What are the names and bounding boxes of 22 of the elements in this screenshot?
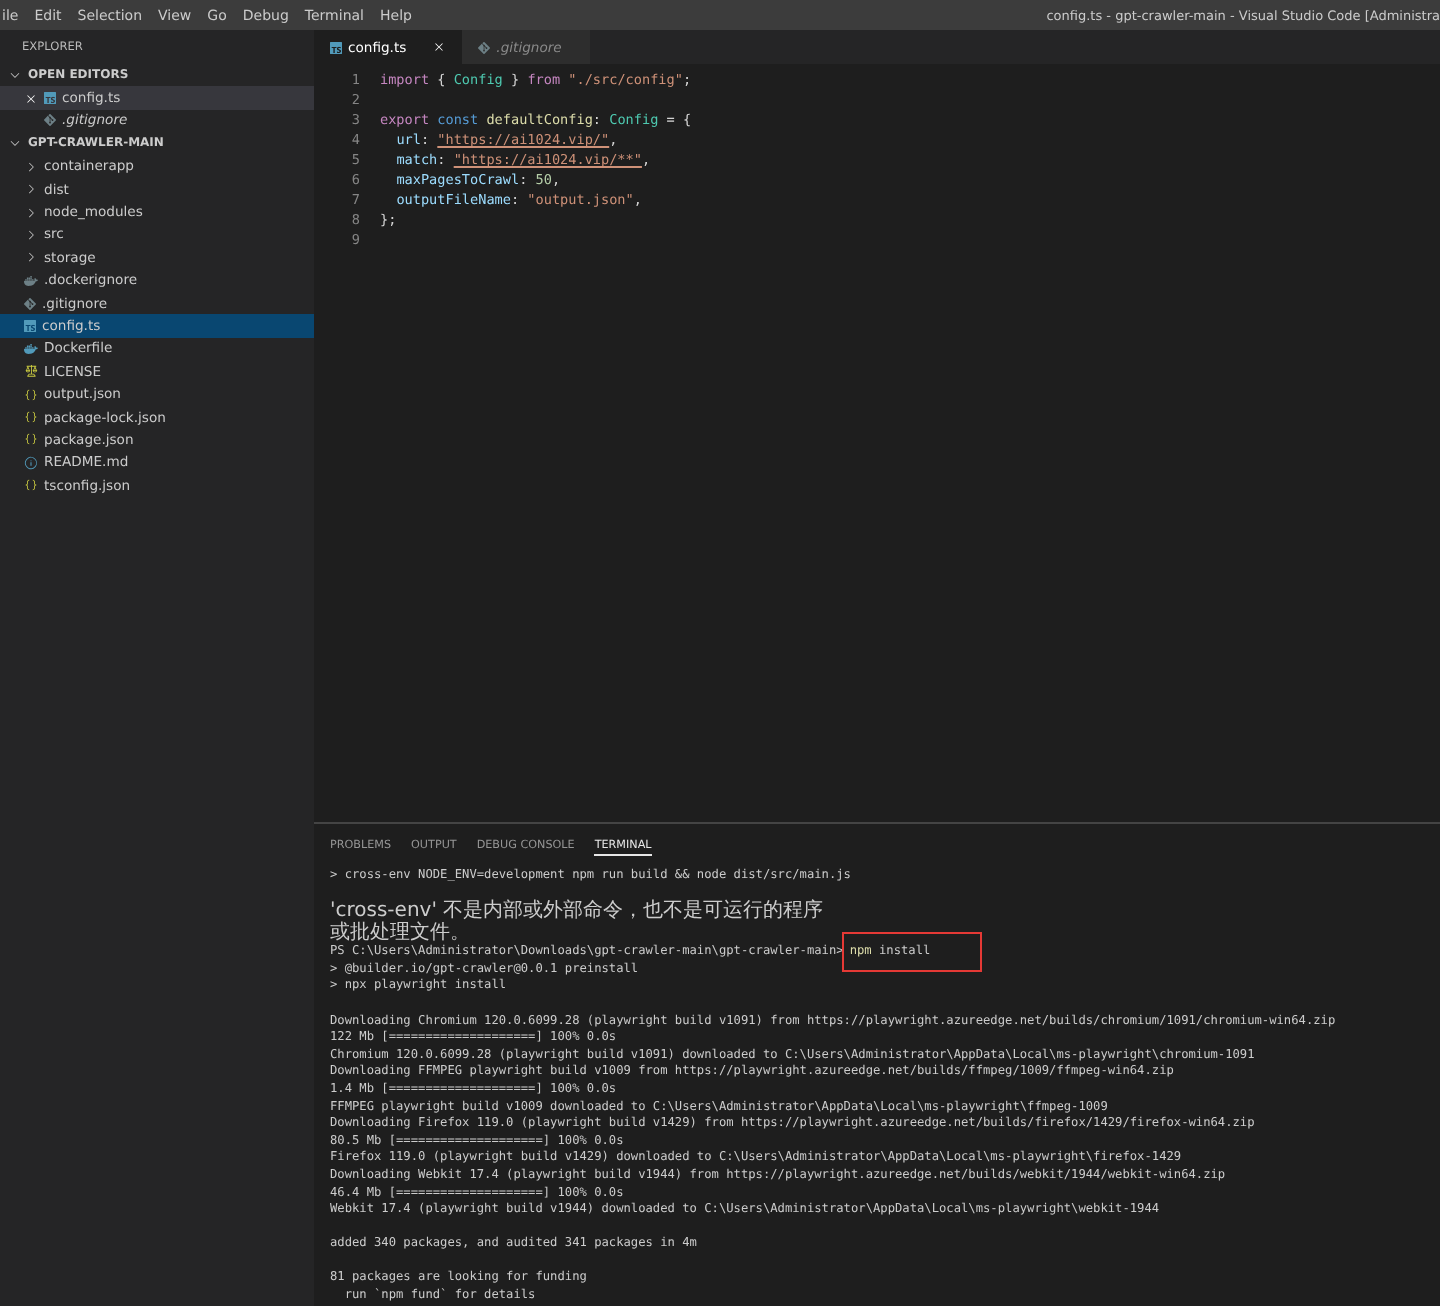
whale-icon xyxy=(24,341,38,356)
diamond-icon xyxy=(478,41,491,53)
chevron-right-icon[interactable] xyxy=(24,227,38,242)
braces-icon xyxy=(24,432,38,447)
chevron-right-icon[interactable] xyxy=(24,159,38,174)
chevron-right-icon[interactable] xyxy=(24,182,38,197)
close-icon[interactable] xyxy=(24,91,38,106)
whale-icon xyxy=(24,273,38,288)
chevron-down-icon[interactable] xyxy=(8,68,22,83)
chevron-right-icon[interactable] xyxy=(24,205,38,220)
terminal-line: 'cross-env' 不是内部或外部命令，也不是可运行的程序 xyxy=(330,902,826,923)
info-icon xyxy=(24,455,38,470)
braces-icon xyxy=(24,410,38,425)
diamond-icon xyxy=(24,297,36,310)
scales-icon xyxy=(24,364,38,379)
chevron-right-icon[interactable] xyxy=(24,250,38,265)
close-icon[interactable] xyxy=(432,40,447,54)
terminal-line: 或批处理文件。 xyxy=(330,923,472,944)
braces-icon xyxy=(24,478,38,493)
diamond-icon xyxy=(44,114,56,127)
chevron-down-icon[interactable] xyxy=(8,136,22,151)
braces-icon xyxy=(24,387,38,402)
